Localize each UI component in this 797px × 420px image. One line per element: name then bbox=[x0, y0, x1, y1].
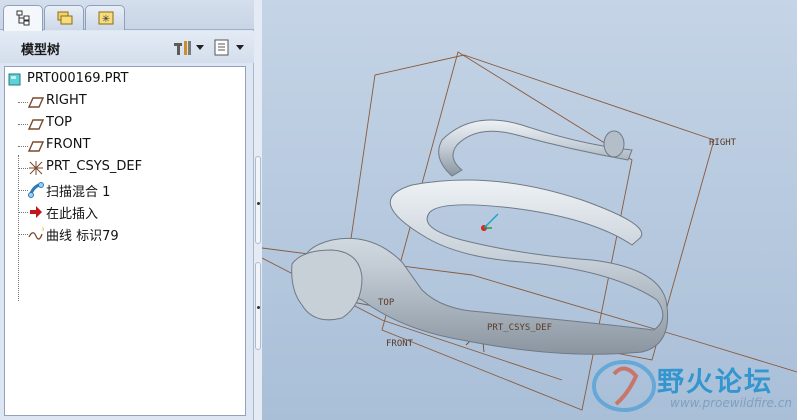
tree-item-right[interactable]: RIGHT bbox=[5, 91, 243, 113]
top-plane-label[interactable]: TOP bbox=[378, 298, 395, 308]
watermark-url: www.proewildfire.cn bbox=[670, 396, 792, 410]
datum-plane-icon bbox=[28, 141, 44, 152]
tree-columns-icon bbox=[214, 39, 229, 56]
model-tree-header: 模型树 bbox=[0, 31, 254, 63]
tree-branch bbox=[18, 190, 28, 191]
tree-item-front[interactable]: FRONT bbox=[5, 135, 243, 157]
splitter-handle-top[interactable] bbox=[255, 156, 261, 244]
tree-item-curve[interactable]: ✳ 曲线 标识79 bbox=[5, 223, 243, 245]
tree-branch bbox=[18, 146, 28, 147]
tree-settings-icon bbox=[174, 41, 191, 55]
model-tree: PRT000169.PRT RIGHT TOP FRONT PRT_CSYS_D… bbox=[4, 66, 246, 416]
tree-item-label: TOP bbox=[46, 115, 73, 130]
tree-item-label: 曲线 标识79 bbox=[46, 229, 119, 244]
tree-branch bbox=[18, 102, 28, 103]
tree-columns-button[interactable] bbox=[212, 38, 246, 58]
svg-text:✳: ✳ bbox=[41, 226, 44, 234]
tree-item-label: FRONT bbox=[46, 137, 91, 152]
front-plane-label[interactable]: FRONT bbox=[386, 339, 414, 349]
svg-text:✳: ✳ bbox=[102, 14, 110, 25]
model-tree-title: 模型树 bbox=[21, 43, 61, 58]
favorites-tab[interactable]: ✳ bbox=[85, 5, 125, 30]
spring-model bbox=[291, 119, 669, 355]
model-tree-icon bbox=[16, 10, 30, 26]
splitter-grip bbox=[257, 306, 260, 309]
tree-branch bbox=[18, 168, 28, 169]
datum-plane-icon bbox=[28, 97, 44, 108]
coordinate-system-icon bbox=[29, 161, 43, 175]
tree-item-top[interactable]: TOP bbox=[5, 113, 243, 135]
swept-blend-icon bbox=[28, 182, 44, 198]
csys-label[interactable]: PRT_CSYS_DEF bbox=[487, 323, 552, 333]
tree-branch bbox=[18, 212, 28, 213]
curve-icon: ✳ bbox=[28, 226, 44, 240]
tree-item-csys[interactable]: PRT_CSYS_DEF bbox=[5, 157, 243, 179]
tree-branch bbox=[18, 234, 28, 235]
tree-settings-button[interactable] bbox=[172, 38, 206, 58]
chevron-down-icon bbox=[196, 45, 204, 50]
right-plane-label[interactable]: RIGHT bbox=[709, 138, 737, 148]
navigator-panel: ✳ 模型树 PRT000169.PRT RIGHT TOP FRONT PRT_… bbox=[0, 0, 254, 420]
part-icon bbox=[8, 73, 21, 86]
datum-plane-icon bbox=[28, 119, 44, 130]
insert-here-arrow-icon bbox=[30, 206, 42, 218]
tree-item-label: 扫描混合 1 bbox=[46, 185, 111, 200]
tree-item-label: PRT_CSYS_DEF bbox=[46, 159, 143, 174]
tree-item-swept-blend[interactable]: 扫描混合 1 bbox=[5, 179, 243, 201]
chevron-down-icon bbox=[236, 45, 244, 50]
tree-item-insert-here[interactable]: 在此插入 bbox=[5, 201, 243, 223]
splitter-grip bbox=[257, 202, 260, 205]
tree-item-root[interactable]: PRT000169.PRT bbox=[5, 69, 243, 91]
folder-browser-tab[interactable] bbox=[44, 5, 84, 30]
favorites-icon: ✳ bbox=[98, 11, 114, 25]
watermark-title: 野火论坛 bbox=[657, 367, 773, 398]
navigator-tabs: ✳ bbox=[0, 0, 254, 31]
tree-item-label: RIGHT bbox=[46, 93, 87, 108]
model-tree-tab[interactable] bbox=[3, 5, 43, 31]
folder-icon bbox=[57, 11, 73, 25]
tree-item-label: PRT000169.PRT bbox=[27, 71, 129, 86]
tree-branch bbox=[18, 124, 28, 125]
tree-item-label: 在此插入 bbox=[46, 207, 99, 222]
